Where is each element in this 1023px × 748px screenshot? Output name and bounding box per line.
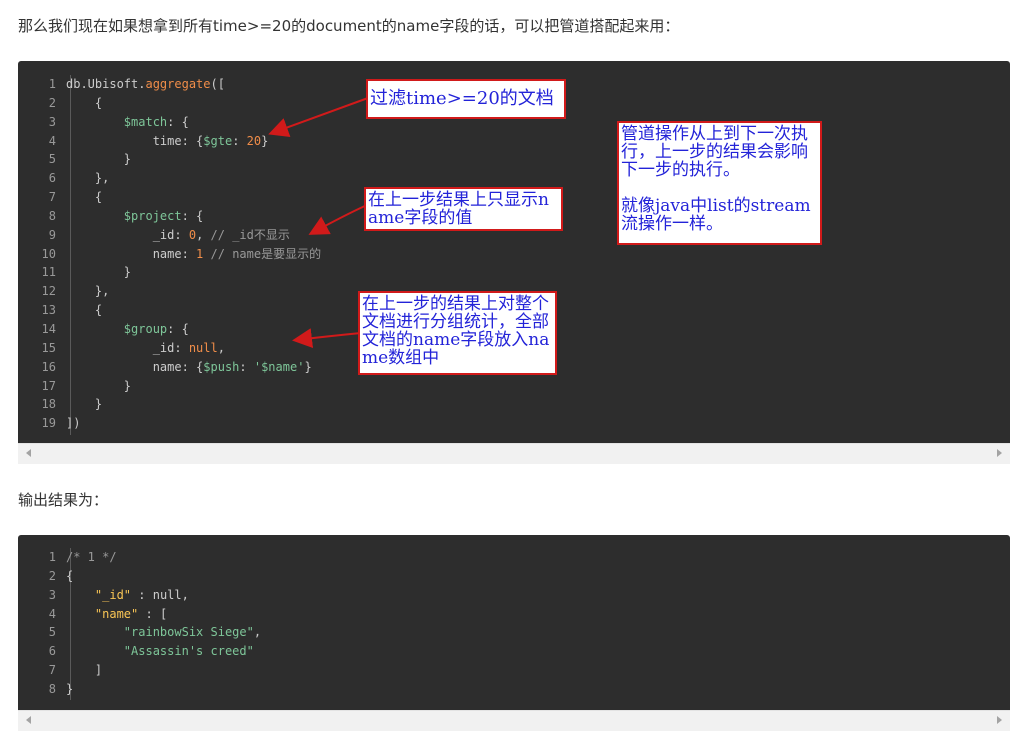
arrow-to-match	[268, 97, 369, 137]
arrow-to-group	[292, 328, 362, 349]
note-pipeline: 管道操作从上到下一次执行，上一步的结果会影响下一步的执行。 就像java中lis…	[617, 121, 822, 245]
note-group: 在上一步的结果上对整个文档进行分组统计，全部文档的name字段放入name数组中	[358, 291, 557, 375]
arrow-to-project	[308, 204, 368, 235]
note-filter: 过滤time>=20的文档	[366, 79, 566, 119]
note-project: 在上一步结果上只显示name字段的值	[364, 187, 563, 231]
